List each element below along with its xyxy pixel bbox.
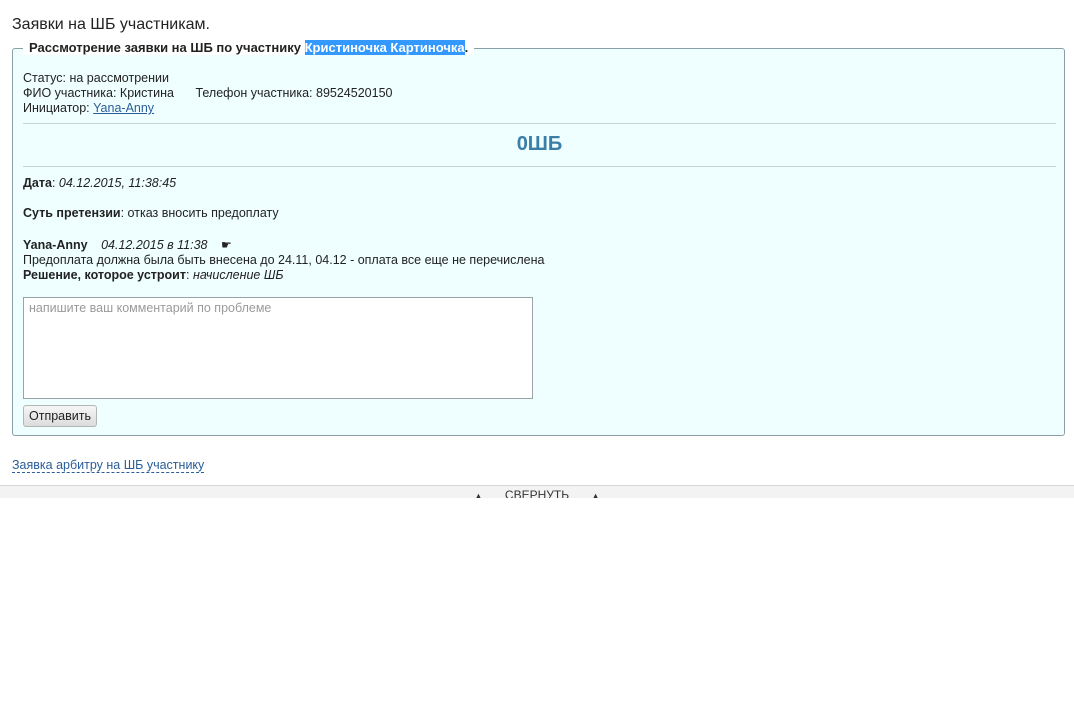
- collapse-bar[interactable]: ▲ СВЕРНУТЬ ▲: [0, 485, 1074, 498]
- phone-label: Телефон участника:: [195, 86, 313, 100]
- page-title: Заявки на ШБ участникам.: [12, 16, 210, 33]
- fio-line: ФИО участника: Кристина Телефон участник…: [23, 86, 392, 101]
- solution-value: начисление ШБ: [192, 268, 284, 282]
- send-button[interactable]: Отправить: [23, 405, 97, 427]
- claim-value: отказ вносить предоплату: [127, 206, 279, 220]
- initiator-label: Инициатор:: [23, 101, 90, 115]
- fio-value: Кристина: [119, 86, 174, 100]
- fio-label: ФИО участника:: [23, 86, 117, 100]
- comment-text: Предоплата должна была быть внесена до 2…: [23, 253, 545, 267]
- comment-header: Yana-Anny 04.12.2015 в 11:38 ☛: [23, 238, 232, 253]
- amount-value: 0ШБ: [516, 133, 563, 155]
- panel-legend: Рассмотрение заявки на ШБ по участнику К…: [23, 40, 475, 55]
- comment-textarea[interactable]: [23, 297, 533, 399]
- solution-row: Решение, которое устроит: начисление ШБ: [23, 268, 284, 282]
- page: Заявки на ШБ участникам. Рассмотрение за…: [0, 0, 1074, 720]
- date-row: Дата: 04.12.2015, 11:38:45: [23, 176, 177, 190]
- collapse-label: СВЕРНУТЬ: [504, 488, 570, 498]
- request-review-panel: Рассмотрение заявки на ШБ по участнику К…: [12, 40, 1065, 436]
- request-info: Статус: на рассмотрении ФИО участника: К…: [23, 71, 392, 116]
- claim-label: Суть претензии: [23, 206, 121, 220]
- divider-bottom: [23, 166, 1056, 167]
- arbiter-request-link[interactable]: Заявка арбитру на ШБ участнику: [12, 458, 205, 473]
- legend-suffix: .: [464, 40, 469, 55]
- solution-label: Решение, которое устроит: [23, 268, 186, 282]
- status-line: Статус: на рассмотрении: [23, 71, 392, 86]
- comment-date: 04.12.2015 в 11:38: [101, 238, 208, 252]
- phone-value: 89524520150: [316, 86, 393, 100]
- claim-row: Суть претензии: отказ вносить предоплату: [23, 206, 279, 220]
- arrow-up-icon: ▲: [591, 491, 600, 498]
- initiator-link[interactable]: Yana-Anny: [93, 101, 154, 115]
- arrow-up-icon: ▲: [473, 491, 483, 498]
- pointing-hand-icon[interactable]: ☛: [221, 238, 232, 252]
- divider-top: [23, 123, 1056, 124]
- date-value: 04.12.2015, 11:38:45: [58, 176, 177, 190]
- status-label: Статус:: [23, 71, 66, 85]
- legend-prefix: Рассмотрение заявки на ШБ по участнику: [29, 40, 305, 55]
- date-label: Дата: [23, 176, 52, 190]
- comment-author: Yana-Anny: [23, 238, 88, 252]
- participant-name-highlight: Кристиночка Картиночка: [304, 40, 465, 55]
- initiator-line: Инициатор: Yana-Anny: [23, 101, 392, 116]
- status-value: на рассмотрении: [69, 71, 169, 85]
